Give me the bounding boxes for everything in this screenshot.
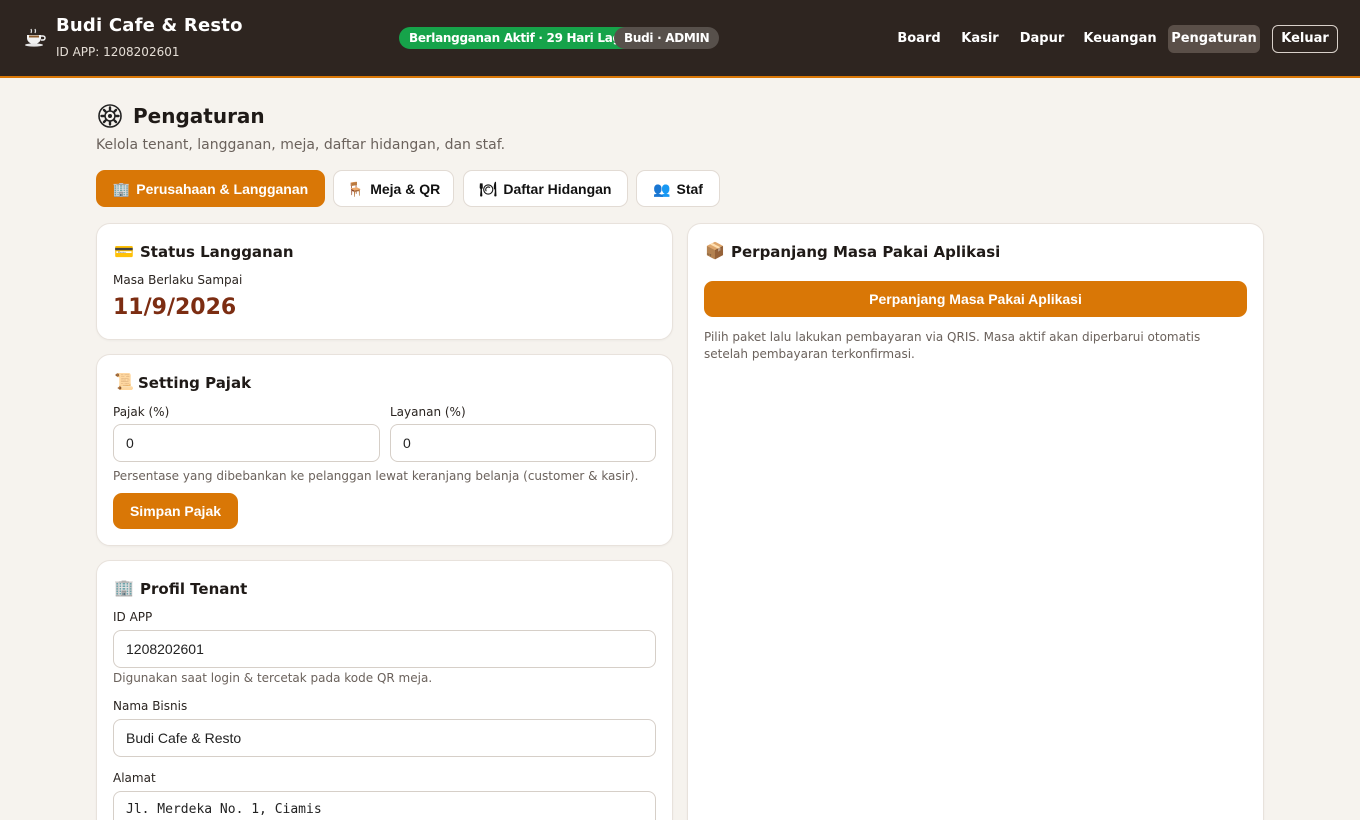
dish-icon: 🍽 [479,180,498,197]
office-building-icon: 🏢 [112,180,131,197]
nav-kasir[interactable]: Kasir [955,25,1005,53]
receipt-icon: 📜 [114,372,134,391]
tab-label: Meja & QR [370,180,441,197]
extend-subscription-button[interactable]: Perpanjang Masa Pakai Aplikasi [704,281,1247,317]
app-id-label: ID APP: 1208202601 [56,45,180,59]
chair-icon: 🪑 [346,180,365,197]
save-tax-button[interactable]: Simpan Pajak [113,493,238,529]
credit-card-icon: 💳 [114,242,134,261]
card-title: Perpanjang Masa Pakai Aplikasi [731,243,1001,261]
gear-icon [98,104,122,128]
nav-dapur[interactable]: Dapur [1013,25,1071,53]
office-building-icon: 🏢 [114,578,134,597]
app-id-field-label: ID APP [113,610,153,624]
business-name-field[interactable]: Budi Cafe & Resto [113,719,656,757]
logout-button[interactable]: Keluar [1272,25,1338,53]
service-percent-input[interactable]: 0 [390,424,656,462]
app-id-hint: Digunakan saat login & tercetak pada kod… [113,671,433,685]
nav-keuangan[interactable]: Keuangan [1080,25,1160,53]
tenant-profile-card: 🏢 Profil Tenant ID APP 1208202601 Diguna… [96,560,673,820]
card-title: Status Langganan [140,243,294,261]
tax-settings-card: 📜 Setting Pajak Pajak (%) 0 Layanan (%) … [96,354,673,546]
user-role-badge: Budi · ADMIN [614,27,720,49]
subscription-status-badge: Berlangganan Aktif · 29 Hari Lagi [399,27,635,49]
expiry-date: 11/9/2026 [113,295,237,320]
tax-hint: Persentase yang dibebankan ke pelanggan … [113,469,639,483]
tab-menu-list[interactable]: 🍽 Daftar Hidangan [463,170,628,207]
business-name-label: Nama Bisnis [113,699,188,713]
top-bar: Budi Cafe & Resto ID APP: 1208202601 Ber… [0,0,1360,78]
card-title: Setting Pajak [138,374,252,392]
expiry-label: Masa Berlaku Sampai [113,273,243,287]
card-title: Profil Tenant [140,580,248,598]
coffee-cup-icon [25,28,46,47]
subscription-status-card: 💳 Status Langganan Masa Berlaku Sampai 1… [96,223,673,340]
tab-label: Daftar Hidangan [503,180,612,197]
extend-subscription-card: 📦 Perpanjang Masa Pakai Aplikasi Perpanj… [687,223,1264,820]
tax-label: Pajak (%) [113,405,170,419]
tax-percent-input[interactable]: 0 [113,424,380,462]
address-field[interactable]: Jl. Merdeka No. 1, Ciamis [113,791,656,820]
address-label: Alamat [113,771,156,785]
nav-pengaturan[interactable]: Pengaturan [1168,25,1260,53]
service-label: Layanan (%) [390,405,466,419]
app-id-field[interactable]: 1208202601 [113,630,656,668]
app-name: Budi Cafe & Resto [56,15,243,36]
tab-company-subscription[interactable]: 🏢 Perusahaan & Langganan [96,170,325,207]
page-title: Pengaturan [133,104,265,128]
tab-tables-qr[interactable]: 🪑 Meja & QR [333,170,454,207]
extend-description: Pilih paket lalu lakukan pembayaran via … [704,330,1201,361]
tab-label: Staf [676,180,703,197]
tab-label: Perusahaan & Langganan [136,180,309,197]
people-icon: 👥 [653,180,671,197]
nav-board[interactable]: Board [890,25,948,53]
package-icon: 📦 [705,241,725,260]
tab-staff[interactable]: 👥 Staf [636,170,720,207]
page-subtitle: Kelola tenant, langganan, meja, daftar h… [96,137,506,153]
